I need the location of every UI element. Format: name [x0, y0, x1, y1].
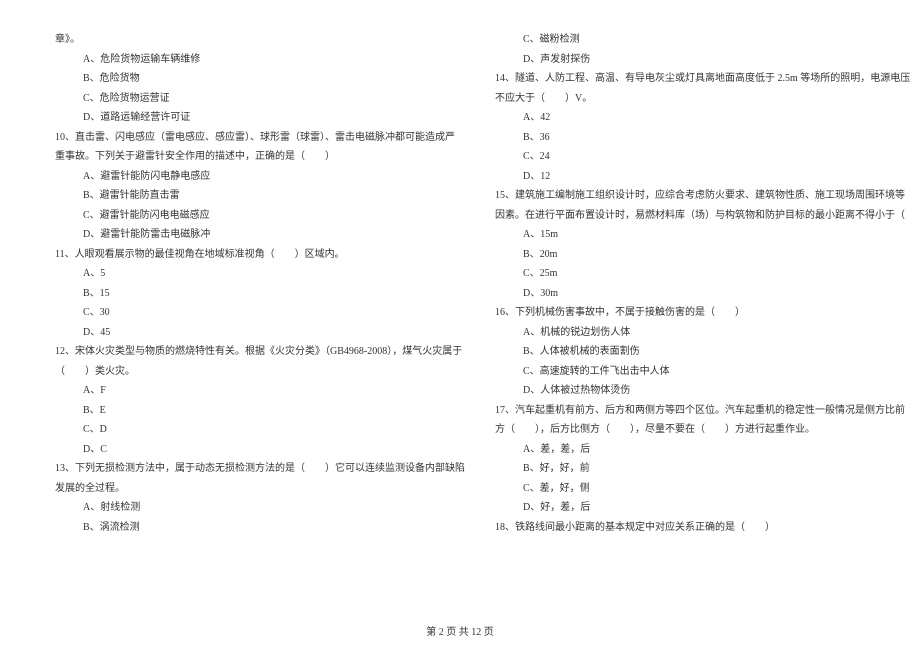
question-text: 11、人眼观看展示物的最佳视角在地域标准视角（ ）区域内。 [55, 245, 465, 265]
option: C、磁粉检测 [495, 30, 920, 50]
question-text: 方（ ），后方比侧方（ ），尽量不要在（ ）方进行起重作业。 [495, 420, 920, 440]
right-column: C、磁粉检测 D、声发射探伤 14、隧道、人防工程、高温、有导电灰尘或灯具离地面… [495, 30, 920, 537]
option: B、好，好，前 [495, 459, 920, 479]
question-text: 10、直击雷、闪电感应（雷电感应、感应雷）、球形雷（球雷）、雷击电磁脉冲都可能造… [55, 128, 465, 148]
question-text: 14、隧道、人防工程、高温、有导电灰尘或灯具离地面高度低于 2.5m 等场所的照… [495, 69, 920, 89]
option: D、道路运输经营许可证 [55, 108, 465, 128]
option: A、42 [495, 108, 920, 128]
left-column: 章》。 A、危险货物运输车辆维修 B、危险货物 C、危险货物运营证 D、道路运输… [55, 30, 465, 537]
option: C、差，好，侧 [495, 479, 920, 499]
question-text: 15、建筑施工编制施工组织设计时，应综合考虑防火要求、建筑物性质、施工现场周围环… [495, 186, 920, 206]
text-fragment: 章》。 [55, 30, 465, 50]
option: C、高速旋转的工件飞出击中人体 [495, 362, 920, 382]
page-footer: 第 2 页 共 12 页 [0, 623, 920, 638]
question-text: 18、铁路线间最小距离的基本规定中对应关系正确的是（ ） [495, 518, 920, 538]
question-text: 13、下列无损检测方法中，属于动态无损检测方法的是（ ）它可以连续监测设备内部缺… [55, 459, 465, 479]
option: B、涡流检测 [55, 518, 465, 538]
option: B、15 [55, 284, 465, 304]
option: A、射线检测 [55, 498, 465, 518]
option: D、好，差，后 [495, 498, 920, 518]
option: A、15m [495, 225, 920, 245]
option: B、E [55, 401, 465, 421]
option: D、声发射探伤 [495, 50, 920, 70]
option: B、避雷针能防直击雷 [55, 186, 465, 206]
question-text: 12、宋体火灾类型与物质的燃烧特性有关。根据《火灾分类》（GB4968-2008… [55, 342, 465, 362]
question-text: （ ）类火灾。 [55, 362, 465, 382]
option: D、45 [55, 323, 465, 343]
option: D、30m [495, 284, 920, 304]
option: A、避雷针能防闪电静电感应 [55, 167, 465, 187]
option: D、避雷针能防雷击电磁脉冲 [55, 225, 465, 245]
option: D、12 [495, 167, 920, 187]
option: A、5 [55, 264, 465, 284]
option: B、36 [495, 128, 920, 148]
question-text: 16、下列机械伤害事故中，不属于接触伤害的是（ ） [495, 303, 920, 323]
question-text: 因素。在进行平面布置设计时，易燃材料库（场）与构筑物和防护目标的最小距离不得小于… [495, 206, 920, 226]
option: D、人体被过热物体烫伤 [495, 381, 920, 401]
option: A、机械的锐边划伤人体 [495, 323, 920, 343]
option: A、差，差，后 [495, 440, 920, 460]
option: C、D [55, 420, 465, 440]
option: A、F [55, 381, 465, 401]
question-text: 重事故。下列关于避雷针安全作用的描述中，正确的是（ ） [55, 147, 465, 167]
option: C、30 [55, 303, 465, 323]
option: C、避雷针能防闪电电磁感应 [55, 206, 465, 226]
question-text: 17、汽车起重机有前方、后方和两侧方等四个区位。汽车起重机的稳定性一般情况是侧方… [495, 401, 920, 421]
option: B、20m [495, 245, 920, 265]
question-text: 发展的全过程。 [55, 479, 465, 499]
option: B、危险货物 [55, 69, 465, 89]
option: B、人体被机械的表面割伤 [495, 342, 920, 362]
page-container: 章》。 A、危险货物运输车辆维修 B、危险货物 C、危险货物运营证 D、道路运输… [0, 0, 920, 557]
option: C、24 [495, 147, 920, 167]
option: A、危险货物运输车辆维修 [55, 50, 465, 70]
option: D、C [55, 440, 465, 460]
question-text: 不应大于（ ）V。 [495, 89, 920, 109]
option: C、危险货物运营证 [55, 89, 465, 109]
option: C、25m [495, 264, 920, 284]
